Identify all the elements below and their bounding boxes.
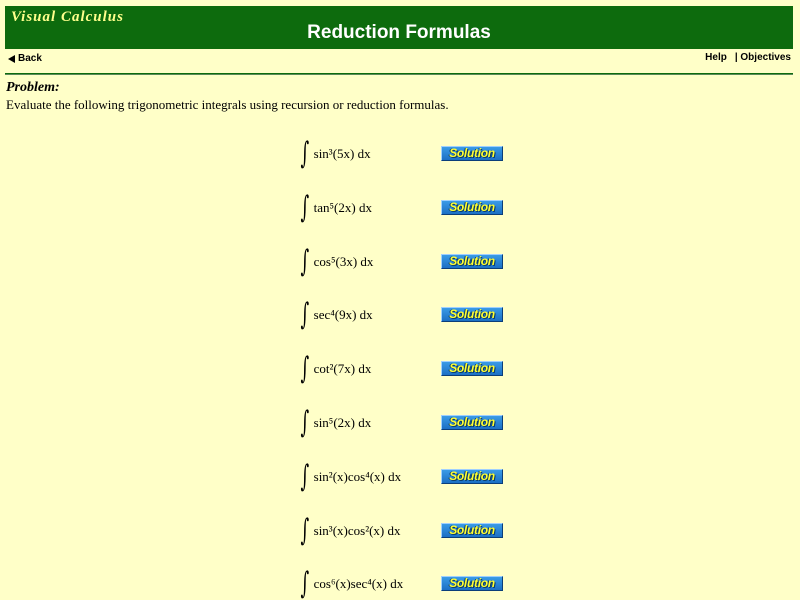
integral-sign-icon: ∫ — [300, 136, 310, 171]
integral-row: ∫ tan⁵(2x) dx Solution — [0, 188, 800, 228]
problem-text: Evaluate the following trigonometric int… — [6, 97, 449, 112]
solution-button[interactable]: Solution — [441, 415, 503, 430]
nav-bar: Back Help | Objectives — [5, 50, 793, 68]
integral-expression: ∫ cos⁶(x)sec⁴(x) dx — [297, 564, 404, 600]
integral-sign-icon: ∫ — [300, 190, 310, 225]
integral-expression: ∫ sec⁴(9x) dx — [297, 295, 373, 335]
integral-expression: ∫ sin³(5x) dx — [297, 134, 371, 174]
integral-row: ∫ sin³(x)cos²(x) dx Solution — [0, 511, 800, 551]
solution-button[interactable]: Solution — [441, 146, 503, 161]
integrand: cos⁵(3x) dx — [313, 254, 374, 269]
integrand: sin³(5x) dx — [313, 146, 371, 161]
solution-button[interactable]: Solution — [441, 576, 503, 591]
integral-expression: ∫ sin³(x)cos²(x) dx — [297, 511, 401, 551]
integrand: cot²(7x) dx — [313, 361, 372, 376]
header-banner: Visual Calculus Reduction Formulas — [5, 6, 793, 49]
integral-row: ∫ sin²(x)cos⁴(x) dx Solution — [0, 457, 800, 497]
integral-row: ∫ cot²(7x) dx Solution — [0, 349, 800, 389]
integral-expression: ∫ sin⁵(2x) dx — [297, 403, 372, 443]
integral-expression: ∫ cot²(7x) dx — [297, 349, 372, 389]
objectives-link[interactable]: | Objectives — [735, 52, 791, 63]
integral-expression: ∫ cos⁵(3x) dx — [297, 242, 374, 282]
page: Visual Calculus Reduction Formulas Back … — [0, 0, 800, 600]
solution-button[interactable]: Solution — [441, 469, 503, 484]
integrand: tan⁵(2x) dx — [313, 200, 372, 215]
integral-sign-icon: ∫ — [300, 513, 310, 548]
solution-button[interactable]: Solution — [441, 254, 503, 269]
integral-sign-icon: ∫ — [300, 459, 310, 494]
integrand: sec⁴(9x) dx — [313, 307, 373, 322]
back-link[interactable]: Back — [8, 53, 42, 64]
integral-sign-icon: ∫ — [300, 244, 310, 279]
problem-heading: Problem: — [6, 80, 60, 95]
integral-sign-icon: ∫ — [300, 566, 310, 600]
help-link[interactable]: Help — [705, 52, 727, 63]
integrand: cos⁶(x)sec⁴(x) dx — [313, 576, 404, 591]
solution-button[interactable]: Solution — [441, 307, 503, 322]
integral-row: ∫ sec⁴(9x) dx Solution — [0, 295, 800, 335]
integrand: sin⁵(2x) dx — [313, 415, 372, 430]
integral-row: ∫ sin⁵(2x) dx Solution — [0, 403, 800, 443]
divider — [5, 73, 793, 75]
solution-button[interactable]: Solution — [441, 361, 503, 376]
solution-button[interactable]: Solution — [441, 200, 503, 215]
integral-sign-icon: ∫ — [300, 351, 310, 386]
integral-sign-icon: ∫ — [300, 405, 310, 440]
solution-button[interactable]: Solution — [441, 523, 503, 538]
nav-links: Help | Objectives — [705, 52, 791, 63]
integral-row: ∫ cos⁶(x)sec⁴(x) dx Solution — [0, 564, 800, 600]
integral-expression: ∫ tan⁵(2x) dx — [297, 188, 372, 228]
integrand: sin³(x)cos²(x) dx — [313, 523, 401, 538]
integral-expression: ∫ sin²(x)cos⁴(x) dx — [297, 457, 402, 497]
integral-sign-icon: ∫ — [300, 297, 310, 332]
integral-row: ∫ sin³(5x) dx Solution — [0, 134, 800, 174]
integral-row: ∫ cos⁵(3x) dx Solution — [0, 242, 800, 282]
back-label: Back — [18, 53, 42, 64]
page-title: Reduction Formulas — [307, 22, 491, 43]
back-arrow-icon — [8, 54, 15, 63]
integrand: sin²(x)cos⁴(x) dx — [313, 469, 402, 484]
